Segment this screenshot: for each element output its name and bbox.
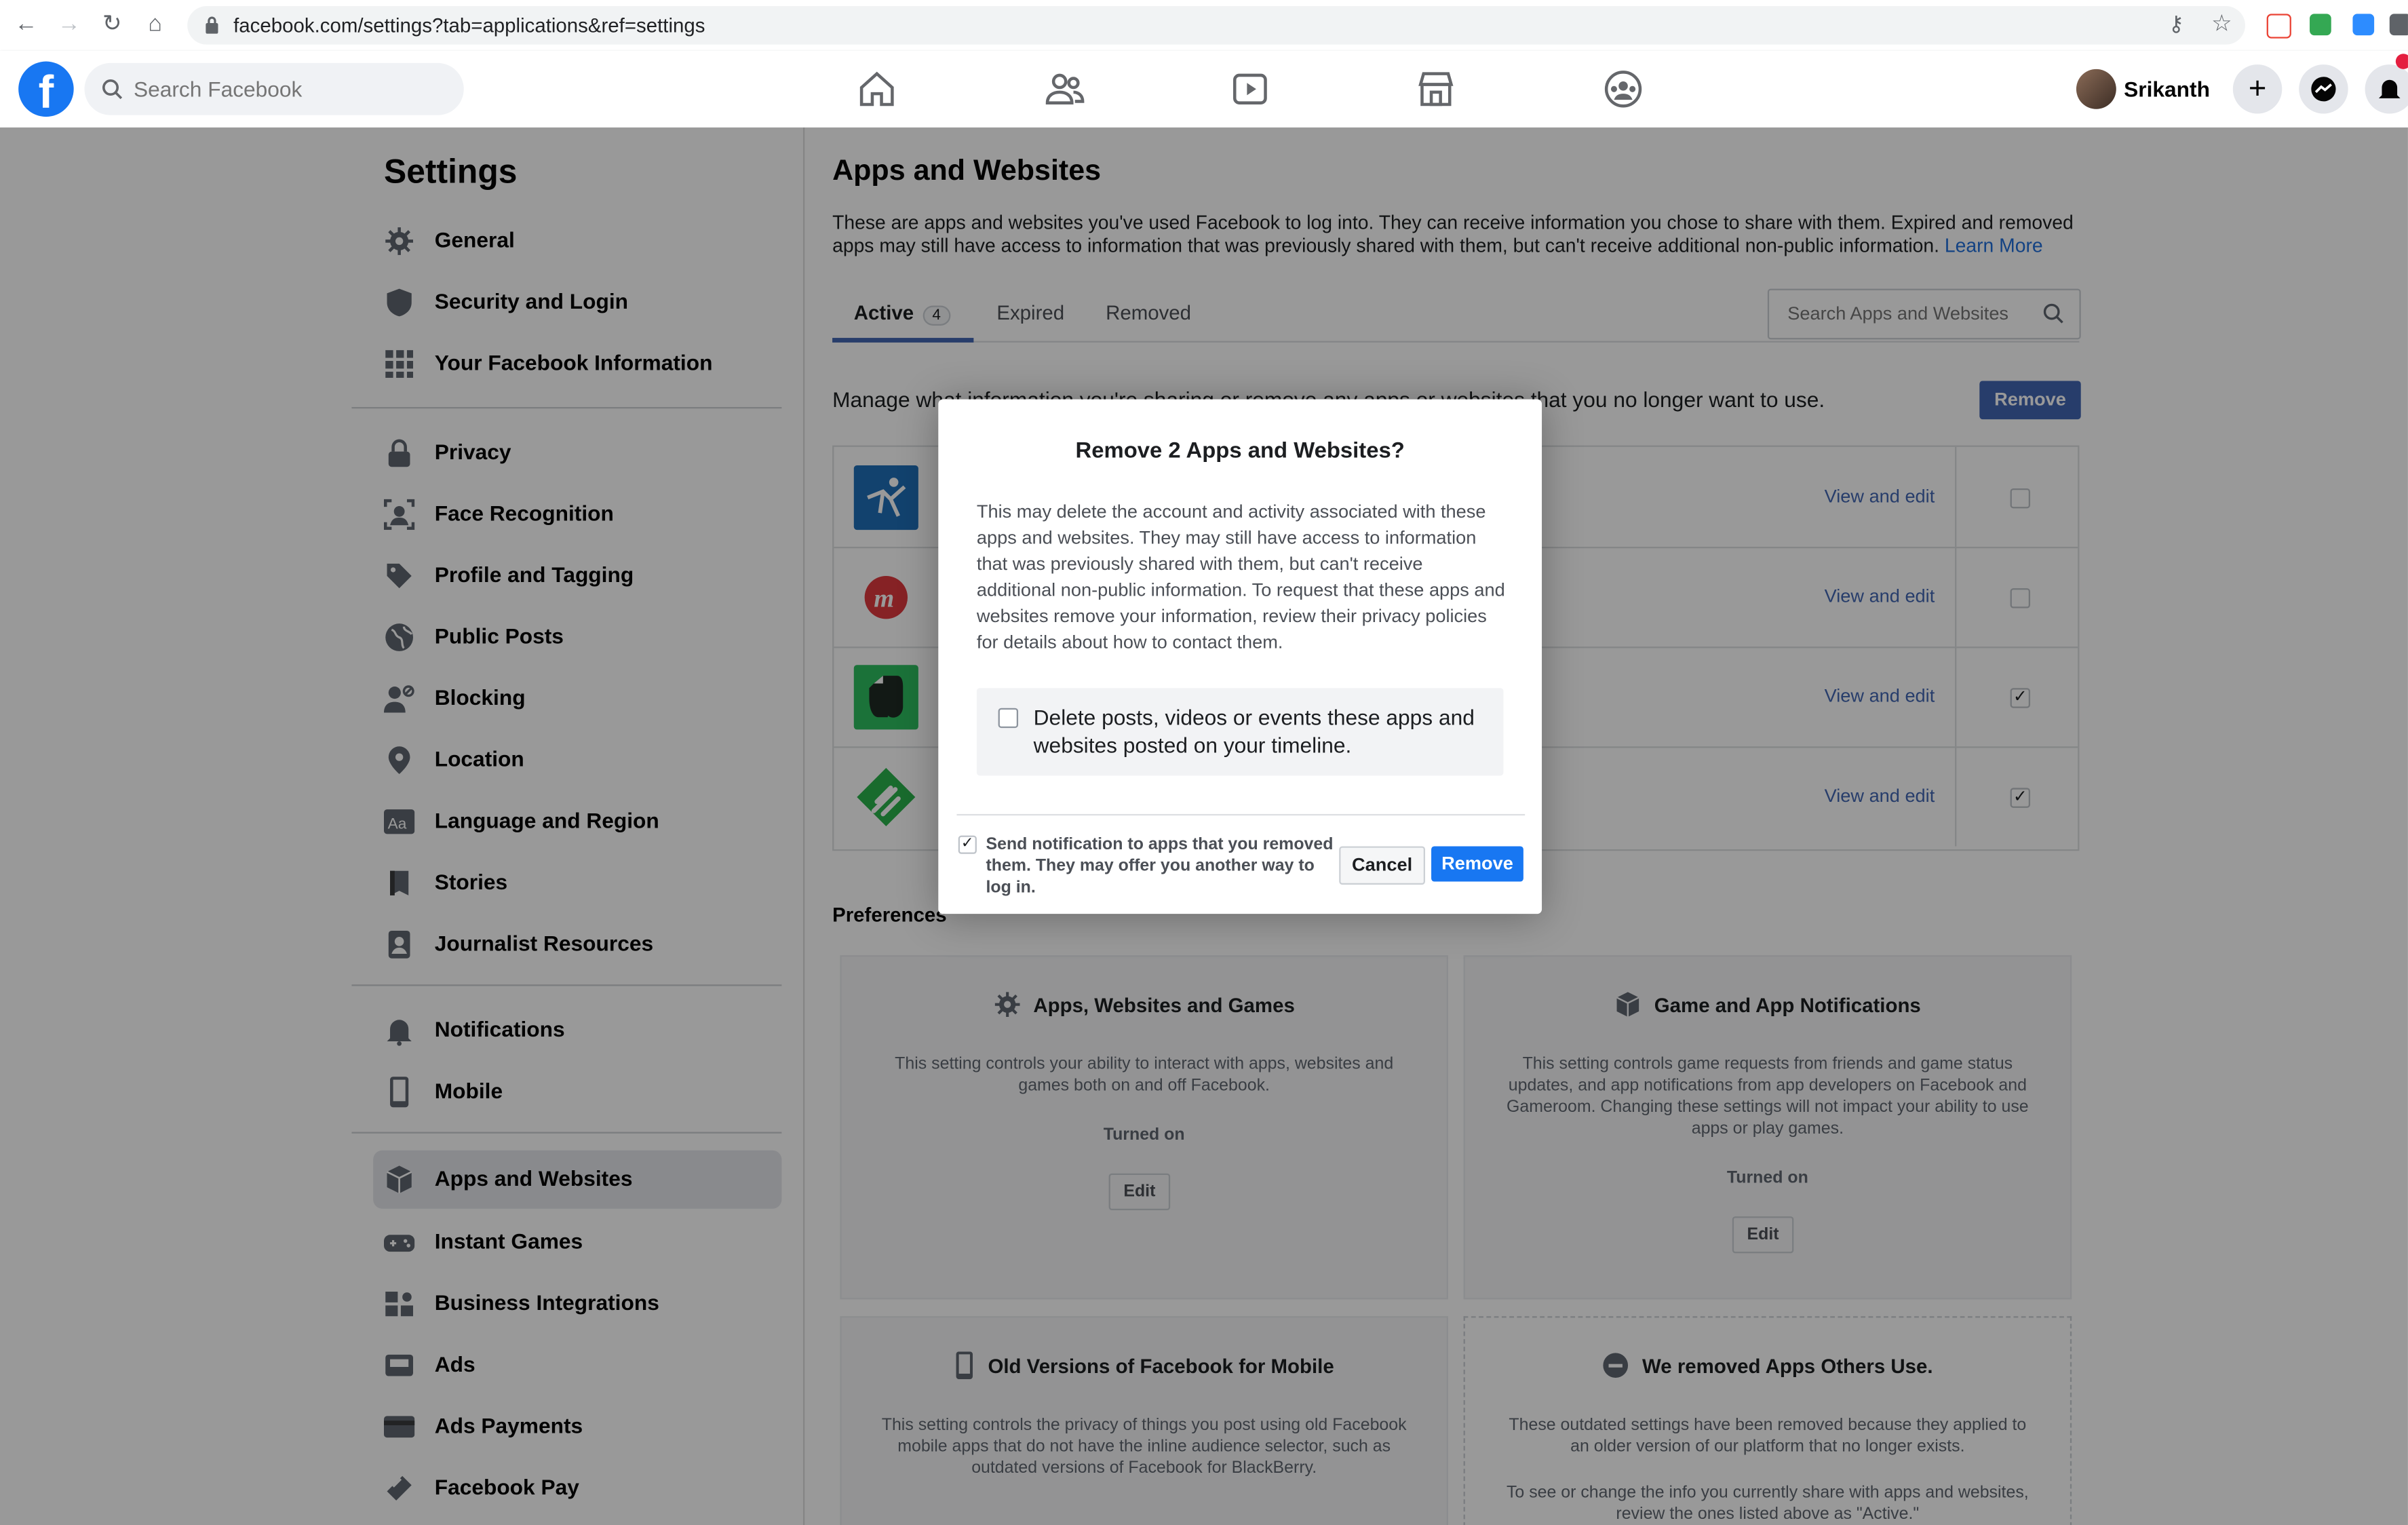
create-icon[interactable]: +: [2232, 64, 2283, 114]
puzzle-extension-icon[interactable]: [2389, 14, 2408, 36]
back-icon[interactable]: ←: [12, 11, 40, 39]
gmail-extension-icon[interactable]: [2266, 14, 2291, 39]
zoom-extension-icon[interactable]: [2352, 14, 2375, 36]
home-nav-icon[interactable]: [855, 68, 898, 111]
delete-posts-label[interactable]: Delete posts, videos or events these app…: [1034, 703, 1494, 759]
search-icon: [102, 79, 123, 100]
facebook-search[interactable]: [84, 62, 464, 115]
send-notification-checkbox[interactable]: ✓: [958, 835, 977, 854]
dialog-title: Remove 2 Apps and Websites?: [1075, 439, 1405, 464]
friends-nav-icon[interactable]: [1043, 68, 1085, 111]
address-bar[interactable]: facebook.com/settings?tab=applications&r…: [187, 6, 2245, 45]
avatar[interactable]: [2076, 69, 2116, 109]
facebook-logo-icon[interactable]: f: [18, 61, 74, 117]
marketplace-nav-icon[interactable]: [1414, 68, 1457, 111]
remove-apps-dialog: Remove 2 Apps and Websites? This may del…: [938, 399, 1542, 914]
watch-nav-icon[interactable]: [1228, 68, 1271, 111]
green-extension-icon[interactable]: [2310, 14, 2331, 36]
groups-nav-icon[interactable]: [1601, 68, 1644, 111]
cancel-button[interactable]: Cancel: [1339, 846, 1425, 885]
notification-badge: [2395, 54, 2408, 69]
home-icon[interactable]: ⌂: [141, 11, 169, 39]
key-icon[interactable]: ⚷: [2169, 11, 2184, 37]
dialog-body: This may delete the account and activity…: [976, 501, 1505, 653]
forward-icon[interactable]: →: [56, 11, 83, 39]
confirm-remove-button[interactable]: Remove: [1431, 846, 1523, 882]
search-input[interactable]: [130, 75, 444, 103]
messenger-icon[interactable]: [2299, 64, 2348, 114]
delete-posts-checkbox[interactable]: [998, 708, 1019, 729]
url-text[interactable]: facebook.com/settings?tab=applications&r…: [233, 14, 705, 37]
facebook-header: f Srikanth +: [0, 50, 2408, 128]
reload-icon[interactable]: ↻: [98, 11, 126, 39]
lock-icon: [206, 16, 218, 34]
notifications-bell-icon[interactable]: [2365, 64, 2408, 114]
send-notification-label[interactable]: Send notification to apps that you remov…: [986, 834, 1339, 898]
browser-toolbar: ← → ↻ ⌂ facebook.com/settings?tab=applic…: [0, 0, 2408, 52]
profile-name[interactable]: Srikanth: [2124, 77, 2210, 101]
delete-posts-option[interactable]: Delete posts, videos or events these app…: [976, 688, 1504, 776]
bookmark-star-icon[interactable]: ☆: [2211, 9, 2232, 37]
dialog-footer-divider: [956, 813, 1526, 816]
screen: ← → ↻ ⌂ facebook.com/settings?tab=applic…: [0, 0, 2408, 1525]
